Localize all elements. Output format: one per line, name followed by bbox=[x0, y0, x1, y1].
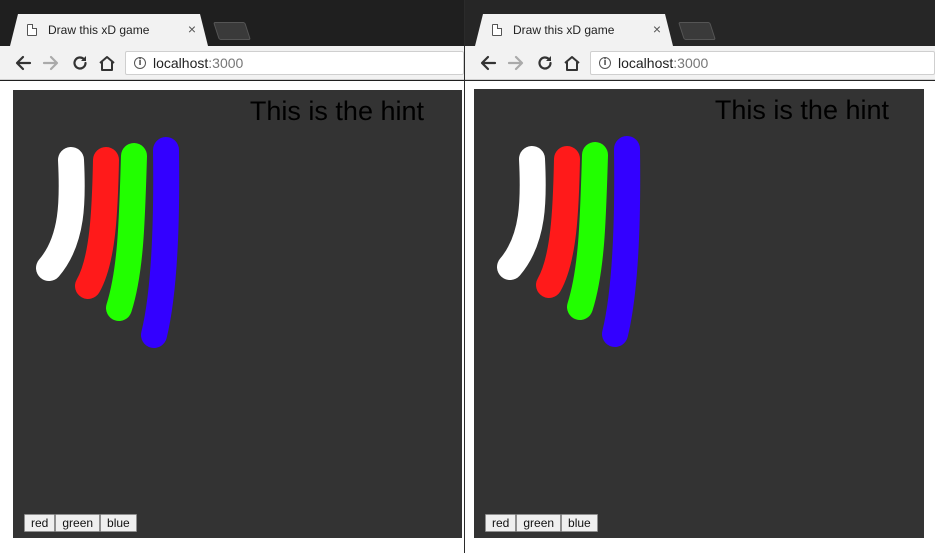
red-button[interactable]: red bbox=[485, 514, 517, 532]
address-bar[interactable]: i localhost:3000 bbox=[590, 51, 935, 75]
url-port: :3000 bbox=[673, 55, 709, 71]
close-icon[interactable]: × bbox=[185, 21, 199, 37]
tab-strip: Draw this xD game × bbox=[465, 0, 935, 46]
green-stroke bbox=[567, 142, 608, 320]
new-tab-icon[interactable] bbox=[678, 22, 716, 40]
url-port: :3000 bbox=[208, 55, 244, 71]
forward-arrow-icon[interactable] bbox=[505, 52, 527, 74]
drawing-strokes bbox=[36, 137, 180, 348]
green-button[interactable]: green bbox=[55, 514, 101, 532]
url-text: localhost:3000 bbox=[618, 55, 708, 71]
blue-stroke bbox=[141, 137, 180, 348]
browser-window-left: Draw this xD game × i localhost:3000 Thi… bbox=[0, 0, 464, 553]
color-button-group: red green blue bbox=[24, 514, 137, 532]
home-icon[interactable] bbox=[96, 52, 118, 74]
browser-toolbar: i localhost:3000 bbox=[0, 46, 464, 80]
browser-tab[interactable]: Draw this xD game × bbox=[10, 14, 208, 46]
green-stroke bbox=[106, 143, 147, 321]
red-stroke bbox=[75, 147, 119, 299]
color-button-group: red green blue bbox=[485, 514, 598, 532]
info-icon[interactable]: i bbox=[134, 57, 146, 69]
tab-title: Draw this xD game bbox=[48, 23, 150, 37]
blue-button[interactable]: blue bbox=[100, 514, 137, 532]
back-arrow-icon[interactable] bbox=[477, 52, 499, 74]
white-stroke bbox=[497, 146, 546, 280]
white-stroke bbox=[36, 147, 85, 281]
drawing-canvas[interactable]: This is the hint red green blue bbox=[474, 89, 924, 538]
address-bar[interactable]: i localhost:3000 bbox=[125, 51, 464, 75]
browser-window-right: Draw this xD game × i localhost:3000 Thi… bbox=[465, 0, 935, 553]
reload-icon[interactable] bbox=[69, 52, 91, 74]
new-tab-icon[interactable] bbox=[213, 22, 251, 40]
back-arrow-icon[interactable] bbox=[12, 52, 34, 74]
reload-icon[interactable] bbox=[534, 52, 556, 74]
tab-strip: Draw this xD game × bbox=[0, 0, 464, 46]
url-host: localhost bbox=[153, 55, 209, 71]
blue-button[interactable]: blue bbox=[561, 514, 598, 532]
blue-stroke bbox=[602, 136, 641, 347]
red-stroke bbox=[536, 146, 580, 298]
page-viewport: This is the hint red green blue bbox=[465, 81, 935, 553]
info-icon[interactable]: i bbox=[599, 57, 611, 69]
browser-toolbar: i localhost:3000 bbox=[465, 46, 935, 80]
tab-title: Draw this xD game bbox=[513, 23, 615, 37]
page-viewport: This is the hint red green blue bbox=[0, 81, 464, 553]
green-button[interactable]: green bbox=[516, 514, 562, 532]
url-text: localhost:3000 bbox=[153, 55, 243, 71]
page-icon bbox=[27, 24, 37, 36]
hint-text: This is the hint bbox=[714, 95, 889, 125]
url-host: localhost bbox=[618, 55, 674, 71]
forward-arrow-icon[interactable] bbox=[40, 52, 62, 74]
close-icon[interactable]: × bbox=[650, 21, 664, 37]
browser-tab[interactable]: Draw this xD game × bbox=[475, 14, 673, 46]
red-button[interactable]: red bbox=[24, 514, 56, 532]
home-icon[interactable] bbox=[561, 52, 583, 74]
hint-text: This is the hint bbox=[249, 96, 424, 126]
drawing-canvas[interactable]: This is the hint red green blue bbox=[13, 90, 462, 538]
page-icon bbox=[492, 24, 502, 36]
drawing-strokes bbox=[497, 136, 641, 347]
